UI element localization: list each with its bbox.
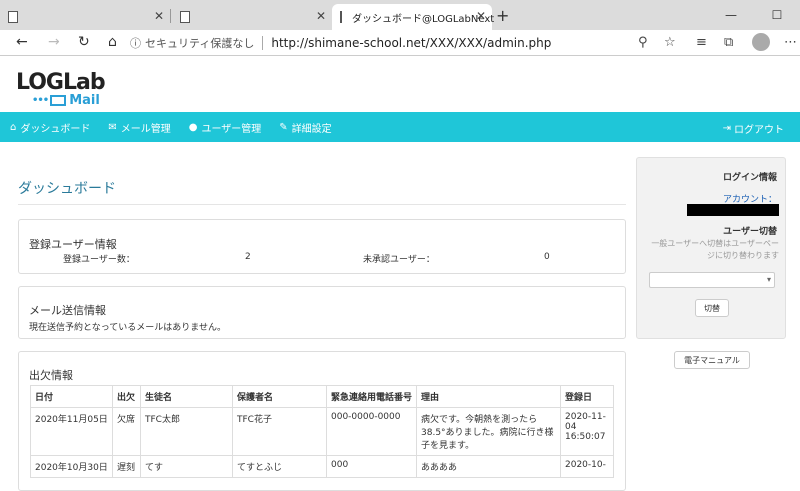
- table-row: 2020年11月05日 欠席 TFC太郎 TFC花子 000-0000-0000…: [30, 407, 614, 456]
- column-header: 登録日: [560, 385, 614, 408]
- browser-tab-active[interactable]: ダッシュボード@LOGLabNext ✕: [332, 4, 494, 30]
- logout-icon: ⇥: [722, 123, 731, 134]
- user-switch-description: 一般ユーザーへ切替はユーザーページに切り替わります: [651, 239, 779, 260]
- close-tab-icon[interactable]: ✕: [154, 9, 164, 23]
- nav-item-users[interactable]: ● ユーザー管理: [189, 120, 262, 135]
- refresh-icon[interactable]: ↻: [78, 34, 90, 50]
- page-title: ダッシュボード: [18, 181, 116, 197]
- forward-icon[interactable]: →: [48, 34, 60, 50]
- column-header: 出欠: [112, 385, 141, 408]
- table-cell: てす: [140, 455, 233, 478]
- registered-users-value: 2: [245, 252, 251, 262]
- info-icon[interactable]: ⓘ: [130, 35, 141, 51]
- window-controls: — ☐: [708, 0, 800, 30]
- attendance-title: 出欠情報: [29, 369, 73, 382]
- tab-divider: [170, 9, 171, 23]
- user-info-title: 登録ユーザー情報: [29, 238, 117, 251]
- logo-mail: ••• Mail: [32, 93, 100, 108]
- switch-button[interactable]: 切替: [695, 299, 729, 317]
- browser-tab-bar: ✕ ✕ ダッシュボード@LOGLabNext ✕ + — ☐: [0, 0, 800, 30]
- manual-button[interactable]: 電子マニュアル: [674, 351, 750, 369]
- column-header: 保護者名: [232, 385, 327, 408]
- table-cell: ああああ: [416, 455, 561, 478]
- registered-users-label: 登録ユーザー数：: [63, 255, 135, 265]
- title-divider: [18, 204, 626, 205]
- site-header: LOGLab ••• Mail: [0, 56, 800, 112]
- close-tab-icon[interactable]: ✕: [476, 9, 486, 23]
- page-icon: [8, 11, 18, 23]
- back-icon[interactable]: ←: [16, 34, 28, 50]
- browser-tab[interactable]: ✕: [0, 4, 170, 30]
- redacted-account-name: [687, 204, 779, 216]
- table-cell: TFC太郎: [140, 407, 233, 456]
- more-menu-icon[interactable]: ⋯: [784, 35, 797, 50]
- close-tab-icon[interactable]: ✕: [316, 9, 326, 23]
- column-header: 緊急連絡用電話番号: [326, 385, 417, 408]
- logo-envelope-icon: [50, 95, 67, 106]
- home-icon: ⌂: [10, 121, 17, 133]
- table-header-row: 日付 出欠 生徒名 保護者名 緊急連絡用電話番号 理由 登録日: [30, 385, 614, 408]
- pending-users-label: 未承認ユーザー：: [363, 255, 435, 265]
- maximize-icon[interactable]: ☐: [754, 0, 800, 30]
- user-switch-select[interactable]: ▾: [649, 272, 775, 288]
- main-navbar: ⌂ ダッシュボード ✉ メール管理 ● ユーザー管理 ✎ 詳細設定 ⇥ ログアウ…: [0, 112, 800, 142]
- address-input[interactable]: ⓘ セキュリティ保護なし http://shimane-school.net/X…: [130, 33, 686, 53]
- table-cell: TFC花子: [232, 407, 327, 456]
- login-info-sidebar: ログイン情報 アカウント： ユーザー切替 一般ユーザーへ切替はユーザーページに切…: [636, 157, 786, 339]
- logo-sub-text: Mail: [69, 93, 100, 108]
- table-row: 2020年10月30日 遅刻 てす てすとふじ 000 ああああ 2020-10…: [30, 455, 614, 478]
- table-cell: 2020-11-04 16:50:07: [560, 407, 614, 456]
- table-cell: 欠席: [112, 407, 141, 456]
- nav-item-dashboard[interactable]: ⌂ ダッシュボード: [10, 120, 90, 135]
- logo-text: LOGLab: [16, 70, 106, 95]
- insecure-label: セキュリティ保護なし: [145, 37, 255, 50]
- profile-avatar[interactable]: [752, 33, 770, 51]
- nav-item-settings[interactable]: ✎ 詳細設定: [279, 120, 331, 135]
- attendance-table: 日付 出欠 生徒名 保護者名 緊急連絡用電話番号 理由 登録日 2020年11月…: [30, 385, 614, 478]
- logo-dots-icon: •••: [32, 95, 49, 106]
- page-icon: [180, 11, 190, 23]
- mail-icon: ✉: [108, 121, 117, 133]
- address-bar-row: ← → ↻ ⌂ ⓘ セキュリティ保護なし http://shimane-scho…: [0, 30, 800, 56]
- favorites-list-icon[interactable]: ≡: [696, 35, 707, 50]
- column-header: 理由: [416, 385, 561, 408]
- new-tab-icon[interactable]: +: [496, 6, 509, 25]
- nav-item-mail[interactable]: ✉ メール管理: [108, 120, 170, 135]
- mail-info-title: メール送信情報: [29, 304, 106, 317]
- table-cell: 000-0000-0000: [326, 407, 417, 456]
- login-info-title: ログイン情報: [722, 173, 777, 183]
- user-switch-title: ユーザー切替: [723, 227, 777, 237]
- wrench-icon: ✎: [279, 121, 288, 133]
- mail-info-panel: メール送信情報 現在送信予約となっているメールはありません。: [18, 286, 626, 339]
- table-cell: てすとふじ: [232, 455, 327, 478]
- table-cell: 2020-10-: [560, 455, 614, 478]
- minimize-icon[interactable]: —: [708, 0, 754, 30]
- pending-users-value: 0: [544, 252, 550, 262]
- browser-tab[interactable]: ✕: [172, 4, 332, 30]
- table-cell: 000: [326, 455, 417, 478]
- user-info-panel: 登録ユーザー情報 登録ユーザー数： 2 未承認ユーザー： 0: [18, 219, 626, 274]
- url-divider: [262, 36, 264, 50]
- page-icon: [340, 11, 342, 23]
- favorite-star-icon[interactable]: ☆: [664, 35, 676, 50]
- table-cell: 病欠です。今朝熱を測ったら38.5°ありました。病院に行き様子を見ます。: [416, 407, 561, 456]
- column-header: 日付: [30, 385, 113, 408]
- url-text: http://shimane-school.net/XXX/XXX/admin.…: [271, 36, 552, 50]
- column-header: 生徒名: [140, 385, 233, 408]
- table-cell: 2020年10月30日: [30, 455, 113, 478]
- user-icon: ●: [188, 121, 198, 133]
- home-icon[interactable]: ⌂: [108, 34, 117, 50]
- table-cell: 2020年11月05日: [30, 407, 113, 456]
- table-cell: 遅刻: [112, 455, 141, 478]
- collections-icon[interactable]: ⧉: [724, 35, 733, 50]
- logout-link[interactable]: ⇥ ログアウト: [723, 121, 784, 136]
- chevron-down-icon: ▾: [766, 275, 771, 284]
- mail-info-message: 現在送信予約となっているメールはありません。: [29, 323, 227, 333]
- zoom-icon[interactable]: ⚲: [638, 35, 648, 50]
